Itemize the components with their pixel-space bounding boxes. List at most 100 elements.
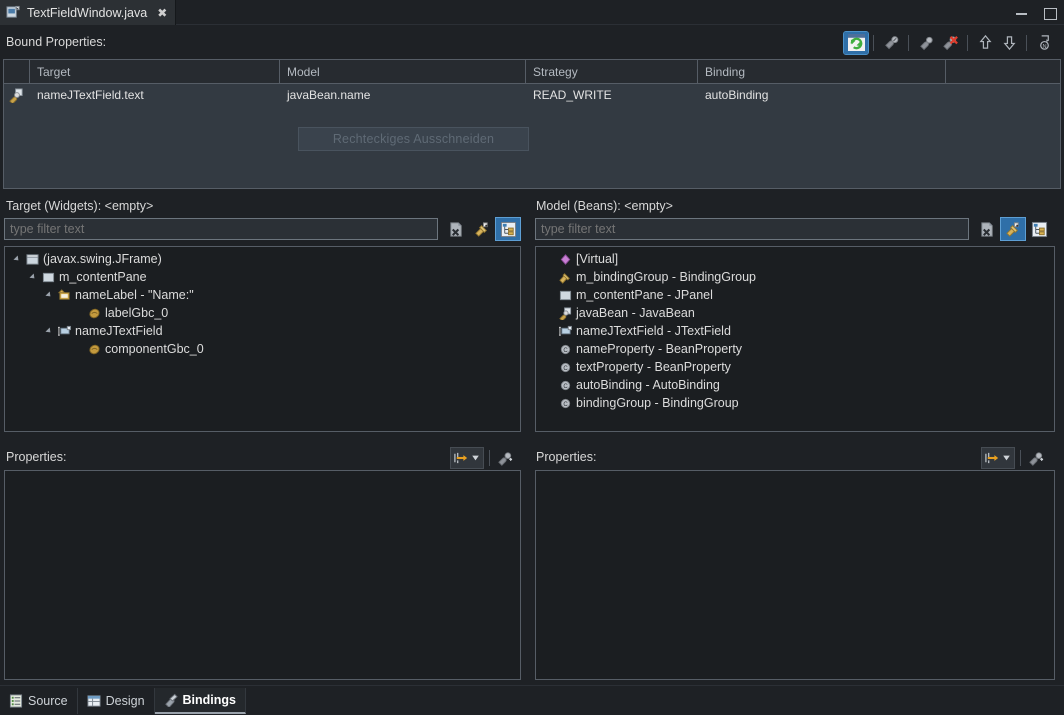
tree-item[interactable]: componentGbc_0 (5, 340, 520, 358)
model-properties-table[interactable] (535, 470, 1055, 680)
show-properties-icon[interactable] (1000, 217, 1026, 241)
move-up-button[interactable] (973, 32, 997, 54)
expand-arrow-icon[interactable] (41, 291, 55, 299)
tree-item-label: (javax.swing.JFrame) (43, 252, 162, 266)
tree-item[interactable]: nameLabel - "Name:" (5, 286, 520, 304)
expand-arrow-icon[interactable] (9, 255, 23, 263)
target-properties-toolbar (450, 446, 516, 470)
svg-text:C: C (563, 401, 568, 407)
delete-binding-button[interactable] (938, 32, 962, 54)
tree-item[interactable]: nameJTextField - JTextField (536, 322, 1054, 340)
panel-icon (39, 271, 57, 284)
bean-icon (85, 307, 103, 320)
target-widgets-tree[interactable]: (javax.swing.JFrame) m_contentPane nameL… (4, 246, 521, 432)
table-body: nameJTextField.text javaBean.name READ_W… (4, 84, 1060, 151)
tab-design[interactable]: Design (78, 687, 155, 714)
tree-item-label: [Virtual] (576, 252, 619, 266)
tab-bindings[interactable]: Bindings (154, 687, 246, 714)
toolbar-separator (489, 450, 490, 466)
tree-item[interactable]: nameJTextField (5, 322, 520, 340)
table-header-icon-col (4, 60, 30, 83)
minimize-icon[interactable] (1014, 5, 1030, 21)
model-filter-input[interactable] (535, 218, 969, 240)
bean-icon (85, 343, 103, 356)
table-row[interactable]: nameJTextField.text javaBean.name READ_W… (4, 84, 1060, 106)
tree-item-label: nameLabel - "Name:" (75, 288, 194, 302)
label-icon (55, 288, 73, 302)
tab-source[interactable]: Source (0, 687, 78, 714)
tree-item[interactable]: C nameProperty - BeanProperty (536, 340, 1054, 358)
tree-item-label: javaBean - JavaBean (576, 306, 695, 320)
tree-item-label: bindingGroup - BindingGroup (576, 396, 739, 410)
target-filter-input[interactable] (4, 218, 438, 240)
tab-source-label: Source (28, 693, 68, 708)
row-target: nameJTextField.text (37, 88, 144, 102)
textfield-icon (55, 325, 73, 338)
expand-arrow-icon[interactable] (25, 273, 39, 281)
tree-item-label: nameJTextField (75, 324, 163, 338)
bound-properties-label: Bound Properties: (6, 35, 107, 49)
show-tree-icon[interactable] (1027, 218, 1051, 240)
goto-property-definition-icon[interactable] (1026, 447, 1047, 469)
snip-overlay-tooltip: Rechteckiges Ausschneiden (298, 127, 529, 151)
tree-item-label: m_contentPane - JPanel (576, 288, 713, 302)
tree-item[interactable]: C bindingGroup - BindingGroup (536, 394, 1054, 412)
tree-item[interactable]: (javax.swing.JFrame) (5, 250, 520, 268)
virtual-icon (556, 253, 574, 266)
maximize-icon[interactable] (1042, 5, 1058, 21)
tree-item[interactable]: C textProperty - BeanProperty (536, 358, 1054, 376)
title-bar: TextFieldWindow.java ✖ (0, 0, 1064, 25)
editor-tab-textfieldwindow[interactable]: TextFieldWindow.java ✖ (0, 0, 177, 25)
goto-definition-button[interactable]: N (1032, 32, 1056, 54)
row-binding-icon (4, 84, 30, 106)
tree-item[interactable]: m_contentPane (5, 268, 520, 286)
editor-view-tabs: Source Design Bindings (0, 685, 1064, 715)
panel-icon (556, 289, 574, 302)
tree-item[interactable]: [Virtual] (536, 250, 1054, 268)
expand-arrow-icon[interactable] (41, 327, 55, 335)
target-filter-buttons (444, 217, 521, 241)
show-advanced-properties-icon[interactable] (981, 447, 1015, 469)
target-tree-items: (javax.swing.JFrame) m_contentPane nameL… (5, 247, 520, 358)
tree-item[interactable]: labelGbc_0 (5, 304, 520, 322)
move-down-button[interactable] (997, 32, 1021, 54)
show-properties-icon[interactable] (470, 218, 494, 240)
target-properties-table[interactable] (4, 470, 521, 680)
tab-design-label: Design (105, 693, 145, 708)
refresh-bindings-button[interactable] (843, 30, 869, 55)
java-file-icon (6, 5, 21, 20)
svg-text:N: N (1042, 44, 1046, 50)
add-binding-button[interactable] (914, 32, 938, 54)
javabean-icon (556, 306, 574, 320)
bound-properties-table[interactable]: Target Model Strategy Binding nameJTextF… (3, 59, 1061, 189)
clear-filter-icon[interactable] (975, 218, 999, 240)
table-header-strategy[interactable]: Strategy (526, 60, 698, 83)
toolbar-separator (873, 34, 874, 51)
property-icon: C (556, 397, 574, 410)
tree-item[interactable]: C autoBinding - AutoBinding (536, 376, 1054, 394)
tree-item[interactable]: javaBean - JavaBean (536, 304, 1054, 322)
tree-item-label: m_bindingGroup - BindingGroup (576, 270, 756, 284)
window-controls (1014, 0, 1058, 25)
tab-bindings-label: Bindings (182, 692, 236, 707)
toolbar-separator (1020, 450, 1021, 466)
close-icon[interactable]: ✖ (157, 7, 167, 19)
show-tree-icon[interactable] (495, 217, 521, 241)
tree-item[interactable]: m_contentPane - JPanel (536, 286, 1054, 304)
show-advanced-properties-icon[interactable] (450, 447, 484, 469)
table-header-binding[interactable]: Binding (698, 60, 946, 83)
model-beans-tree[interactable]: [Virtual] m_bindingGroup - BindingGroup … (535, 246, 1055, 432)
clear-filter-icon[interactable] (444, 218, 468, 240)
table-header-spacer (946, 60, 1060, 83)
table-header-model[interactable]: Model (280, 60, 526, 83)
goto-property-definition-icon[interactable] (495, 447, 516, 469)
svg-text:C: C (563, 383, 568, 389)
frame-icon (23, 253, 41, 266)
model-properties-label: Properties: (536, 450, 597, 464)
property-icon: C (556, 343, 574, 356)
target-panel-label: Target (Widgets): <empty> (6, 199, 154, 213)
edit-binding-button[interactable] (879, 32, 903, 54)
toolbar-separator (1026, 34, 1027, 51)
table-header-target[interactable]: Target (30, 60, 280, 83)
tree-item[interactable]: m_bindingGroup - BindingGroup (536, 268, 1054, 286)
